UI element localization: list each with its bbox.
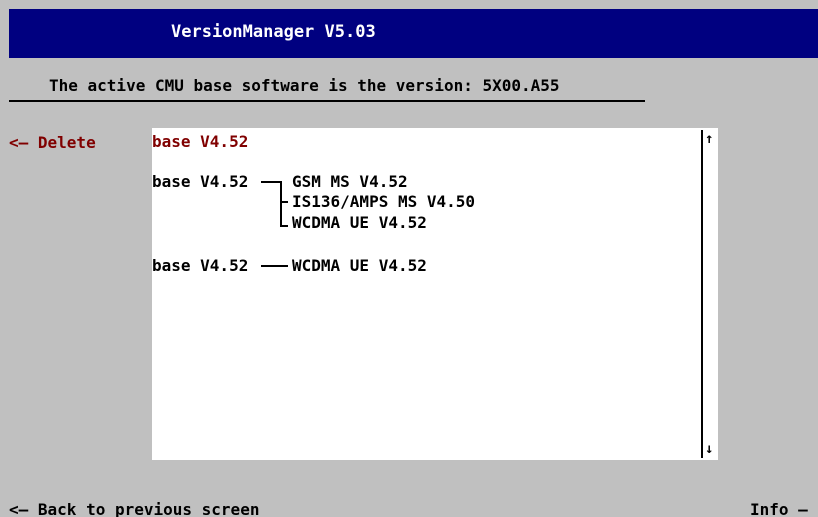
window-title: VersionManager V5.03 xyxy=(171,22,376,42)
active-version-status: The active CMU base software is the vers… xyxy=(49,76,560,95)
scroll-down-icon[interactable]: ↓ xyxy=(705,442,713,456)
version-list-panel[interactable]: base V4.52 base V4.52 GSM MS V4.52 IS136… xyxy=(152,128,718,460)
option-item[interactable]: GSM MS V4.52 xyxy=(292,173,408,191)
status-divider xyxy=(9,100,645,102)
scroll-up-icon[interactable]: ↑ xyxy=(705,132,713,146)
tree-connector xyxy=(280,201,288,203)
info-softkey[interactable]: Info — xyxy=(750,500,808,517)
tree-connector xyxy=(261,265,288,267)
tree-connector xyxy=(261,181,282,183)
delete-softkey[interactable]: <— Delete xyxy=(9,133,96,152)
tree-connector xyxy=(280,225,288,227)
base-version-item[interactable]: base V4.52 xyxy=(152,257,248,275)
vertical-scrollbar[interactable]: ↑ ↓ xyxy=(699,128,718,460)
base-version-item[interactable]: base V4.52 xyxy=(152,173,248,191)
option-item[interactable]: IS136/AMPS MS V4.50 xyxy=(292,193,475,211)
tree-connector xyxy=(280,181,282,227)
option-item[interactable]: WCDMA UE V4.52 xyxy=(292,214,427,232)
selected-base-version[interactable]: base V4.52 xyxy=(152,133,248,151)
scrollbar-track[interactable] xyxy=(701,130,703,458)
option-item[interactable]: WCDMA UE V4.52 xyxy=(292,257,427,275)
title-bar: VersionManager V5.03 xyxy=(9,9,818,58)
back-softkey[interactable]: <— Back to previous screen xyxy=(9,500,259,517)
